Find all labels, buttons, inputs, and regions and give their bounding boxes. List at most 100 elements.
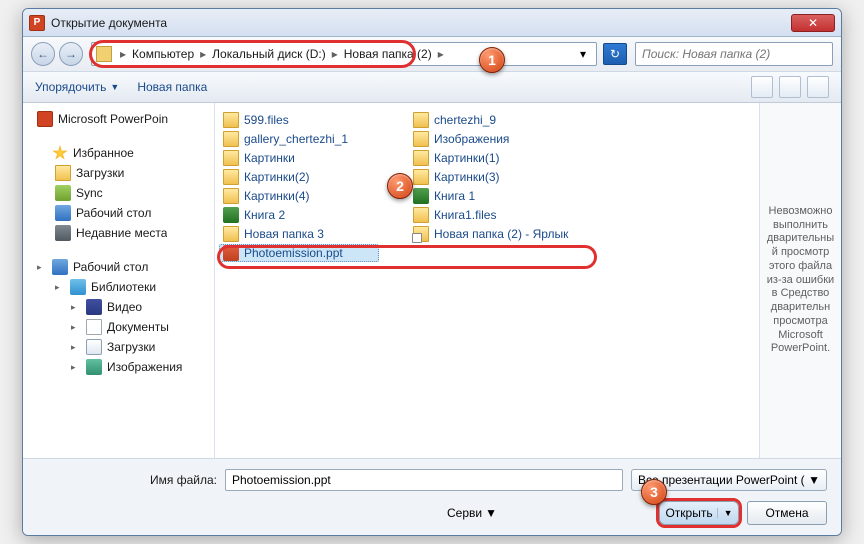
ppt-icon [223,245,239,261]
sidebar-item-downloads2[interactable]: ▸Загрузки [23,337,214,357]
folder-icon [413,150,429,166]
file-name: 599.files [244,113,289,127]
folder-icon [413,112,429,128]
powerpoint-icon: P [29,15,45,31]
sidebar-item-desktop2[interactable]: ▸Рабочий стол [23,257,214,277]
file-name: Книга 2 [244,208,285,222]
window-title: Открытие документа [51,16,791,30]
sidebar-item-sync[interactable]: Sync [23,183,214,203]
preview-pane-button[interactable] [779,76,801,98]
sidebar: Microsoft PowerPoin Избранное Загрузки S… [23,103,215,458]
sidebar-item-images[interactable]: ▸Изображения [23,357,214,377]
file-item[interactable]: chertezhi_9 [409,111,572,129]
file-name: Книга1.files [434,208,496,222]
file-item[interactable]: Книга 1 [409,187,572,205]
new-folder-button[interactable]: Новая папка [137,80,207,94]
file-name: Изображения [434,132,509,146]
back-button[interactable]: ← [31,42,55,66]
sidebar-item-libraries[interactable]: ▸Библиотеки [23,277,214,297]
desktop-icon [52,259,68,275]
folder-icon [413,207,429,223]
help-button[interactable] [807,76,829,98]
file-item[interactable]: Картинки(1) [409,149,572,167]
view-mode-button[interactable] [751,76,773,98]
file-name: Новая папка 3 [244,227,324,241]
cancel-button[interactable]: Отмена [747,501,827,525]
annotation-badge: 2 [387,173,413,199]
breadcrumb-segment[interactable]: Компьютер [130,47,196,61]
file-item[interactable]: Картинки(4) [219,187,379,205]
folder-icon [413,131,429,147]
folder-icon [223,226,239,242]
folder-icon [223,131,239,147]
file-name: Картинки(2) [244,170,310,184]
file-item[interactable]: 599.files [219,111,379,129]
file-name: Картинки(4) [244,189,310,203]
view-controls [751,76,829,98]
file-item[interactable]: Картинки [219,149,379,167]
file-column: 599.files gallery_chertezhi_1 Картинки Карт… [219,111,379,262]
titlebar: P Открытие документа ✕ [23,9,841,37]
file-item[interactable]: Новая папка 3 [219,225,379,243]
excel-icon [223,207,239,223]
file-name: Photoemission.ppt [244,246,343,260]
file-pane[interactable]: 599.files gallery_chertezhi_1 Картинки Карт… [215,103,759,458]
libraries-icon [70,279,86,295]
file-name: Картинки(3) [434,170,500,184]
preview-pane: Невозможно выполнить дварительный просмо… [759,103,841,458]
sync-icon [55,185,71,201]
refresh-button[interactable]: ↻ [603,43,627,65]
annotation-badge: 3 [641,479,667,505]
dialog-footer: Имя файла: Все презентации PowerPoint (▼… [23,458,841,535]
sidebar-item-downloads[interactable]: Загрузки [23,163,214,183]
forward-button[interactable]: → [59,42,83,66]
annotation-badge: 1 [479,47,505,73]
sidebar-item-powerpoint[interactable]: Microsoft PowerPoin [23,109,214,129]
back-arrow-icon: ← [37,47,49,61]
folder-icon [55,165,71,181]
breadcrumb-segment[interactable]: Локальный диск (D:) [210,47,328,61]
chevron-down-icon: ▼ [485,506,497,520]
address-bar[interactable]: ▸ Компьютер ▸ Локальный диск (D:) ▸ Нова… [91,42,597,66]
powerpoint-icon [37,111,53,127]
file-item[interactable]: Изображения [409,130,572,148]
close-button[interactable]: ✕ [791,14,835,32]
sidebar-item-documents[interactable]: ▸Документы [23,317,214,337]
file-item[interactable]: gallery_chertezhi_1 [219,130,379,148]
filename-label: Имя файла: [37,473,217,487]
file-item[interactable]: Книга1.files [409,206,572,224]
file-name: gallery_chertezhi_1 [244,132,348,146]
file-name: Картинки(1) [434,151,500,165]
address-dropdown[interactable]: ▾ [574,47,592,61]
sidebar-item-desktop[interactable]: Рабочий стол [23,203,214,223]
file-item[interactable]: Новая папка (2) - Ярлык [409,225,572,243]
file-name: Книга 1 [434,189,475,203]
sidebar-item-favorites[interactable]: Избранное [23,143,214,163]
folder-icon [223,169,239,185]
search-box[interactable] [635,42,833,66]
file-item[interactable]: Photoemission.ppt [219,244,379,262]
video-icon [86,299,102,315]
folder-icon [413,169,429,185]
forward-arrow-icon: → [65,47,77,61]
file-item[interactable]: Картинки(3) [409,168,572,186]
nav-bar: ← → ▸ Компьютер ▸ Локальный диск (D:) ▸ … [23,37,841,71]
desktop-icon [55,205,71,221]
star-icon [52,145,68,161]
filename-input[interactable] [225,469,623,491]
open-button[interactable]: Открыть▼ [659,501,739,525]
chevron-down-icon: ▼ [808,473,820,487]
chevron-down-icon: ▼ [717,508,733,518]
file-item[interactable]: Книга 2 [219,206,379,224]
sidebar-item-recent[interactable]: Недавние места [23,223,214,243]
preview-message: Невозможно выполнить дварительный просмо… [764,205,837,356]
file-item[interactable]: Картинки(2) [219,168,379,186]
chevron-down-icon: ▼ [110,82,119,92]
breadcrumb-segment[interactable]: Новая папка (2) [342,47,434,61]
organize-button[interactable]: Упорядочить▼ [35,80,119,94]
folder-icon [223,188,239,204]
tools-button[interactable]: Серви▼ [447,506,497,520]
search-input[interactable] [642,47,826,61]
close-icon: ✕ [808,16,818,30]
sidebar-item-video[interactable]: ▸Видео [23,297,214,317]
